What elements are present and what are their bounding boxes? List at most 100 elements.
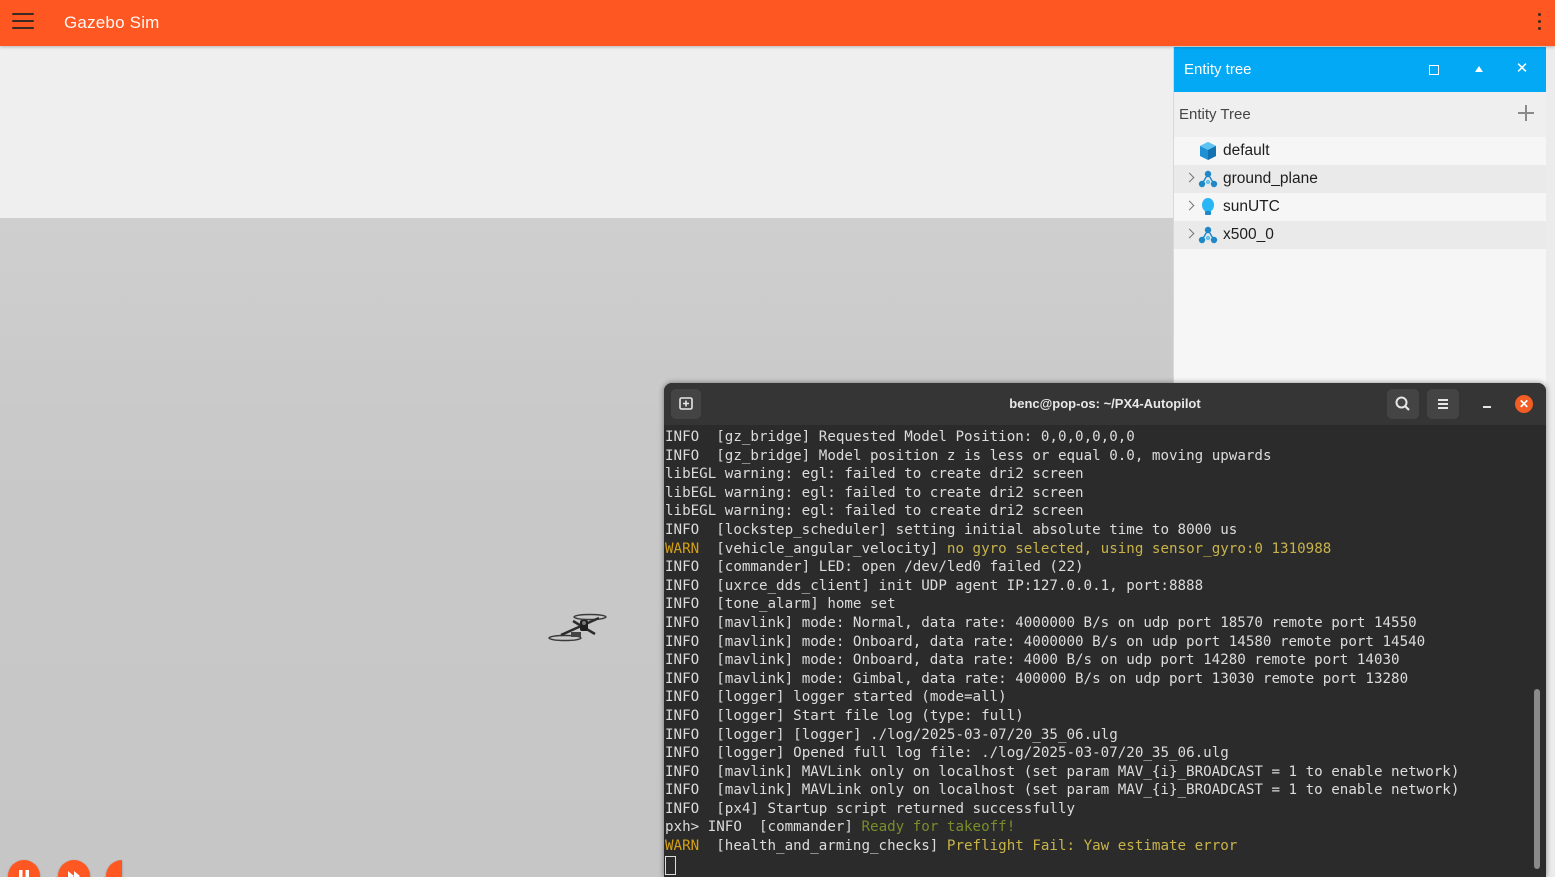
terminal-line: pxh> INFO [commander] Ready for takeoff! (665, 818, 1535, 837)
entity-tree-panel: Entity tree ✕ Entity Tree default ground… (1173, 47, 1546, 387)
log-level: INFO (665, 559, 700, 576)
tree-item-sunutc[interactable]: sunUTC (1174, 193, 1546, 221)
log-message: Startup script returned successfully (767, 800, 1076, 817)
log-level: INFO (665, 614, 700, 631)
terminal-line: INFO [gz_bridge] Model position z is les… (665, 447, 1535, 466)
log-tag: [health_and_arming_checks] (716, 838, 939, 855)
expand-chevron-icon[interactable] (1184, 200, 1195, 211)
text-cursor (665, 855, 676, 875)
expand-chevron-icon[interactable] (1184, 228, 1195, 239)
log-message: MAVLink only on localhost (set param MAV… (801, 763, 1460, 780)
tree-item-x500-0[interactable]: x500_0 (1174, 221, 1546, 249)
log-tag: [mavlink] (716, 670, 794, 687)
log-level: INFO (665, 745, 700, 762)
terminal-line: WARN [health_and_arming_checks] Prefligh… (665, 837, 1535, 856)
tree-item-label: sunUTC (1223, 198, 1280, 215)
log-message: setting initial absolute time to 8000 us (895, 521, 1238, 538)
line-text: libEGL warning: egl: failed to create dr… (665, 466, 1084, 483)
panel-title: Entity tree (1184, 61, 1252, 78)
model-icon (1198, 170, 1218, 188)
scene-sky (0, 46, 1174, 220)
log-level: INFO (665, 707, 700, 724)
more-playback-icon[interactable] (106, 860, 122, 877)
tree-title: Entity Tree (1179, 106, 1251, 123)
log-message: Start file log (type: full) (793, 707, 1024, 724)
log-message: mode: Normal, data rate: 4000000 B/s on … (801, 614, 1417, 631)
world-cube-icon (1200, 142, 1216, 160)
log-level: INFO (665, 763, 700, 780)
terminal-line: INFO [commander] LED: open /dev/led0 fai… (665, 558, 1535, 577)
log-tag: [mavlink] (716, 633, 794, 650)
maximize-icon[interactable] (1424, 59, 1444, 79)
log-message: Requested Model Position: 0,0,0,0,0,0 (818, 429, 1135, 445)
app-bar: Gazebo Sim (0, 0, 1555, 46)
log-tag: [mavlink] (716, 652, 794, 669)
log-level: INFO (665, 447, 700, 464)
minimize-icon[interactable] (1477, 391, 1497, 415)
terminal-line: INFO [tone_alarm] home set (665, 595, 1535, 614)
log-tag: [gz_bridge] (716, 447, 811, 464)
terminal-line: INFO [mavlink] MAVLink only on localhost… (665, 763, 1535, 782)
terminal-line: INFO [uxrce_dds_client] init UDP agent I… (665, 577, 1535, 596)
log-level: INFO (665, 652, 700, 669)
log-message: init UDP agent IP:127.0.0.1, port:8888 (878, 577, 1204, 594)
pause-icon[interactable] (8, 860, 40, 877)
drone-model[interactable] (547, 608, 611, 648)
close-icon[interactable]: ✕ (1515, 395, 1533, 413)
terminal-input-line[interactable] (665, 855, 1535, 875)
log-tag: [logger] (716, 707, 785, 724)
log-message: home set (827, 596, 896, 613)
app-title: Gazebo Sim (64, 13, 160, 32)
terminal-window[interactable]: benc@pop-os: ~/PX4-Autopilot ✕ INFO [gz_… (664, 383, 1546, 877)
log-level: INFO (665, 633, 700, 650)
log-tag: [commander] (758, 819, 853, 836)
log-level: WARN (665, 540, 700, 557)
log-message: Model position z is less or equal 0.0, m… (818, 447, 1272, 464)
tree-header: Entity Tree (1174, 92, 1546, 137)
log-tag: [mavlink] (716, 782, 794, 799)
log-level: INFO (665, 689, 700, 706)
shell-prompt: pxh> (665, 819, 708, 836)
collapse-up-icon[interactable] (1469, 59, 1489, 79)
log-message: logger started (mode=all) (793, 689, 1007, 706)
log-tag: [px4] (716, 800, 759, 817)
log-message: no gyro selected, using sensor_gyro:0 13… (946, 540, 1332, 557)
tree-item-label: x500_0 (1223, 226, 1274, 243)
terminal-line: libEGL warning: egl: failed to create dr… (665, 484, 1535, 503)
step-forward-icon[interactable] (58, 860, 90, 877)
log-tag: [gz_bridge] (716, 429, 811, 445)
log-level: INFO (665, 670, 700, 687)
log-message: Preflight Fail: Yaw estimate error (946, 838, 1238, 855)
terminal-line: INFO [mavlink] mode: Onboard, data rate:… (665, 651, 1535, 670)
log-tag: [tone_alarm] (716, 596, 819, 613)
log-level: WARN (665, 838, 700, 855)
terminal-line: INFO [gz_bridge] Requested Model Positio… (665, 428, 1535, 447)
terminal-output[interactable]: INFO [gz_bridge] Requested Model Positio… (665, 428, 1535, 877)
log-message: mode: Onboard, data rate: 4000 B/s on ud… (801, 652, 1400, 669)
terminal-line: INFO [lockstep_scheduler] setting initia… (665, 521, 1535, 540)
hamburger-menu-icon[interactable] (12, 13, 34, 31)
terminal-menu-icon[interactable] (1427, 389, 1459, 419)
add-entity-icon[interactable] (1516, 103, 1536, 123)
log-message: Opened full log file: ./log/2025-03-07/2… (793, 745, 1229, 762)
log-message: MAVLink only on localhost (set param MAV… (801, 782, 1460, 799)
more-options-icon[interactable] (1537, 13, 1543, 33)
log-level: INFO (665, 782, 700, 799)
log-level: INFO (665, 577, 700, 594)
terminal-titlebar: benc@pop-os: ~/PX4-Autopilot ✕ (664, 383, 1546, 425)
search-icon[interactable] (1387, 389, 1419, 419)
log-message: Ready for takeoff! (861, 819, 1016, 836)
log-message: [logger] ./log/2025-03-07/20_35_06.ulg (793, 726, 1118, 743)
line-text: libEGL warning: egl: failed to create dr… (665, 484, 1084, 501)
log-message: mode: Gimbal, data rate: 400000 B/s on u… (801, 670, 1409, 687)
terminal-scrollbar[interactable] (1534, 689, 1540, 869)
expand-chevron-icon[interactable] (1184, 172, 1195, 183)
log-level: INFO (665, 596, 700, 613)
tree-item-default[interactable]: default (1174, 137, 1546, 165)
terminal-line: INFO [mavlink] mode: Onboard, data rate:… (665, 633, 1535, 652)
close-icon[interactable]: ✕ (1512, 59, 1532, 79)
tree-item-ground-plane[interactable]: ground_plane (1174, 165, 1546, 193)
log-tag: [logger] (716, 726, 785, 743)
log-level: INFO (665, 429, 700, 445)
terminal-line: INFO [mavlink] MAVLink only on localhost… (665, 781, 1535, 800)
